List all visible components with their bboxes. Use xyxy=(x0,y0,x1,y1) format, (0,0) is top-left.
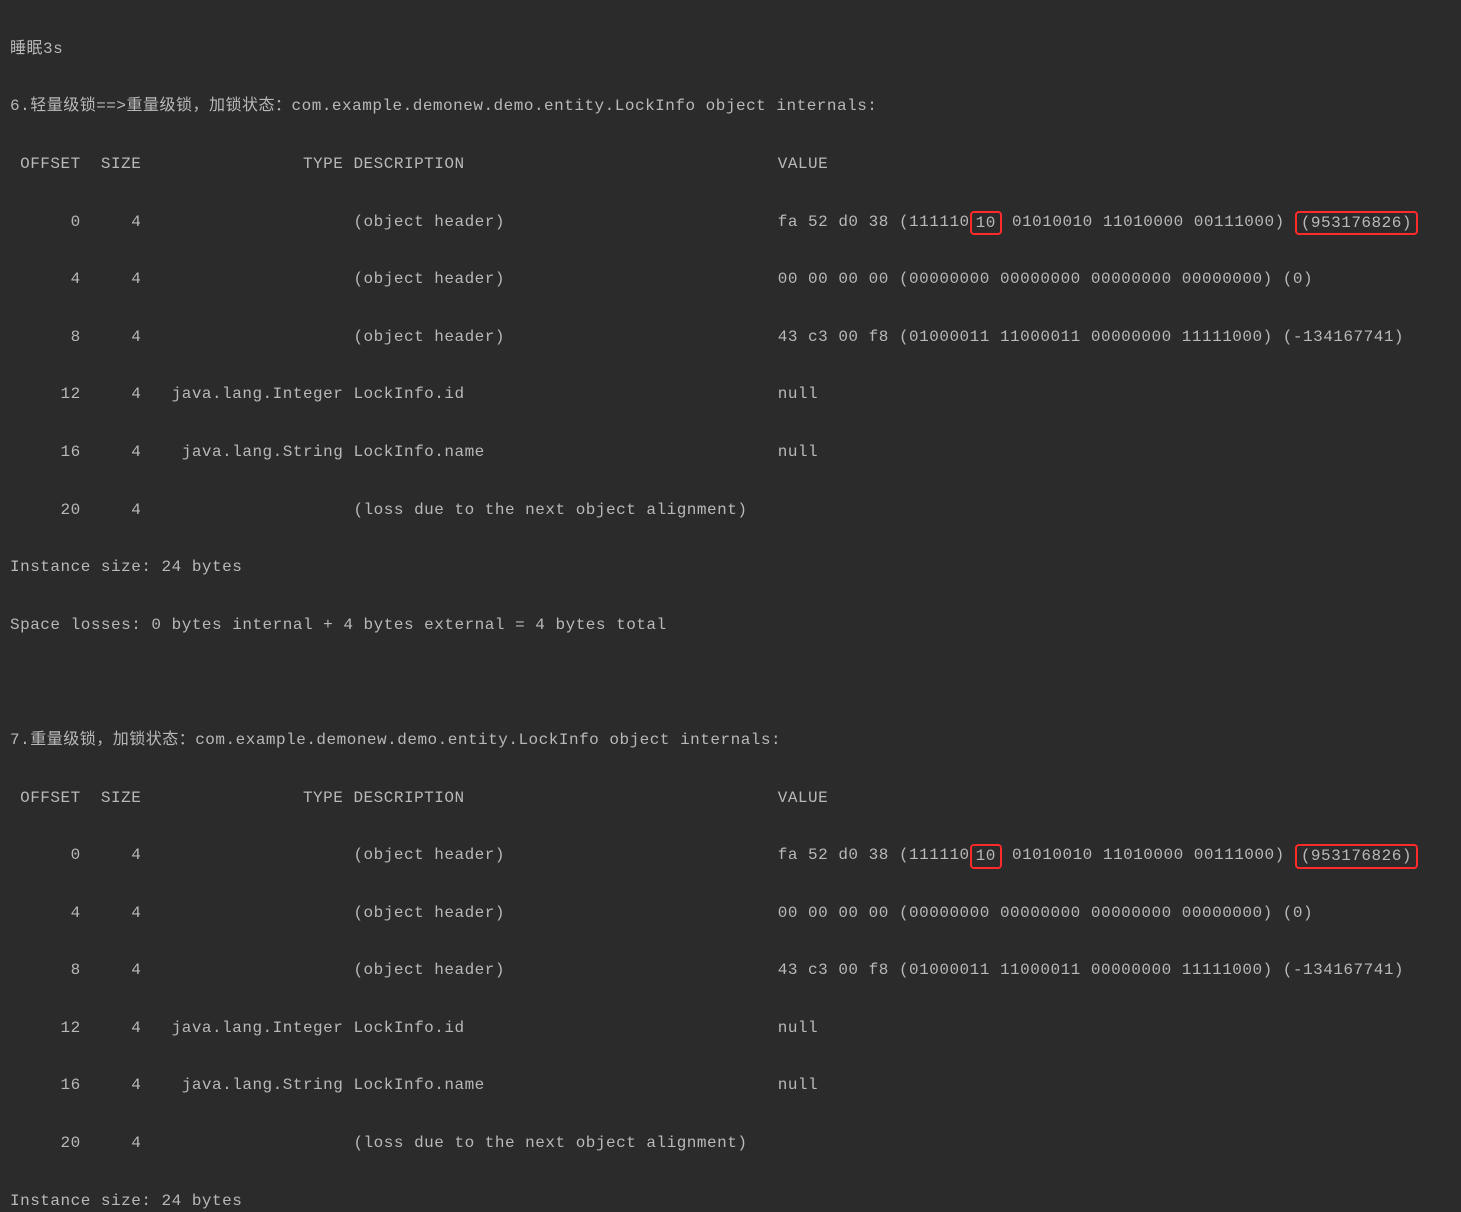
data-row: 4 4 (object header) 00 00 00 00 (0000000… xyxy=(10,899,1451,928)
data-row: 12 4 java.lang.Integer LockInfo.id null xyxy=(10,1014,1451,1043)
text-pre: 0 4 (object header) fa 52 d0 38 (111110 xyxy=(10,846,970,864)
text-mid: 01010010 11010000 00111000) xyxy=(1002,846,1295,864)
instance-size: Instance size: 24 bytes xyxy=(10,1187,1451,1212)
text-pre: 0 4 (object header) fa 52 d0 38 (111110 xyxy=(10,213,970,231)
section-header: 6.轻量级锁==>重量级锁，加锁状态：com.example.demonew.d… xyxy=(10,92,1451,121)
blank-line xyxy=(10,668,1451,697)
highlight-annotation: (953176826) xyxy=(1295,211,1418,236)
data-row: 20 4 (loss due to the next object alignm… xyxy=(10,1129,1451,1158)
terminal-output: 睡眠3s 6.轻量级锁==>重量级锁，加锁状态：com.example.demo… xyxy=(0,0,1461,1212)
columns-header: OFFSET SIZE TYPE DESCRIPTION VALUE xyxy=(10,784,1451,813)
section-header: 7.重量级锁，加锁状态：com.example.demonew.demo.ent… xyxy=(10,726,1451,755)
highlight-annotation: (953176826) xyxy=(1295,844,1418,869)
data-row: 0 4 (object header) fa 52 d0 38 (1111101… xyxy=(10,841,1451,870)
text-mid: 01010010 11010000 00111000) xyxy=(1002,213,1295,231)
data-row: 20 4 (loss due to the next object alignm… xyxy=(10,496,1451,525)
highlight-annotation: 10 xyxy=(970,211,1002,236)
columns-header: OFFSET SIZE TYPE DESCRIPTION VALUE xyxy=(10,150,1451,179)
data-row: 0 4 (object header) fa 52 d0 38 (1111101… xyxy=(10,208,1451,237)
data-row: 12 4 java.lang.Integer LockInfo.id null xyxy=(10,380,1451,409)
output-line: 睡眠3s xyxy=(10,35,1451,64)
data-row: 16 4 java.lang.String LockInfo.name null xyxy=(10,438,1451,467)
instance-size: Instance size: 24 bytes xyxy=(10,553,1451,582)
data-row: 16 4 java.lang.String LockInfo.name null xyxy=(10,1071,1451,1100)
data-row: 8 4 (object header) 43 c3 00 f8 (0100001… xyxy=(10,956,1451,985)
highlight-annotation: 10 xyxy=(970,844,1002,869)
space-losses: Space losses: 0 bytes internal + 4 bytes… xyxy=(10,611,1451,640)
data-row: 4 4 (object header) 00 00 00 00 (0000000… xyxy=(10,265,1451,294)
data-row: 8 4 (object header) 43 c3 00 f8 (0100001… xyxy=(10,323,1451,352)
